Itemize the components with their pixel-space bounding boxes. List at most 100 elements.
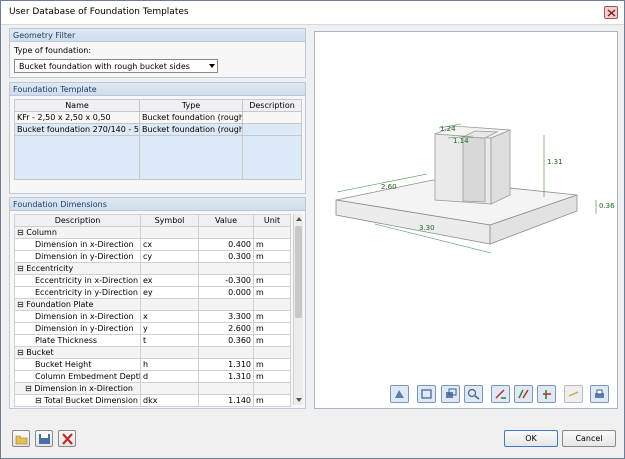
zoom-button[interactable] [464, 385, 483, 403]
dimension-value[interactable]: 3.300 [198, 310, 254, 323]
table-row[interactable]: Bucket foundation 270/140 - 50 Bucket fo… [14, 123, 302, 136]
table-row[interactable]: Dimension in x-Direction x 3.300 m [14, 310, 291, 323]
dimension-unit: m [253, 322, 291, 335]
dimension-label: Dimension in y-Direction [14, 250, 141, 263]
template-type: Bucket foundation (rough) [139, 123, 243, 136]
scrollbar-thumb[interactable] [295, 226, 302, 318]
dimension-value[interactable]: 0.360 [198, 334, 254, 347]
dimension-symbol: d [140, 370, 199, 383]
delete-icon [62, 433, 73, 445]
print-icon [595, 389, 604, 398]
view-z-icon [543, 390, 551, 399]
dimension-label: ⊟ Bucket [14, 346, 141, 359]
dimensions-table: Description Symbol Value Unit ⊟ Column Di… [14, 214, 291, 407]
col-unit[interactable]: Unit [253, 214, 291, 227]
foundation-type-select[interactable]: Bucket foundation with rough bucket side… [14, 59, 218, 73]
dimension-value[interactable]: 0.000 [198, 286, 254, 299]
table-row[interactable]: Dimension in y-Direction cy 0.300 m [14, 250, 291, 263]
dimension-value [198, 226, 254, 239]
table-row[interactable]: Column Embedment Depth d 1.310 m [14, 370, 291, 383]
save-icon [39, 434, 50, 444]
col-value[interactable]: Value [198, 214, 254, 227]
table-row[interactable]: ⊟ Total Bucket Dimension dkx 1.140 m [14, 394, 291, 407]
dim-top-b: 1.14 [453, 137, 469, 145]
dimension-symbol: cy [140, 250, 199, 263]
dimension-unit [253, 346, 291, 359]
dim-height: 1.31 [547, 158, 563, 166]
dimension-label: Dimension in x-Direction [14, 310, 141, 323]
scroll-down-icon[interactable] [294, 396, 304, 404]
dimension-group-row[interactable]: ⊟ Foundation Plate [14, 298, 291, 311]
dimension-unit: m [253, 370, 291, 383]
open-button[interactable] [12, 430, 30, 447]
dimension-value[interactable]: 2.600 [198, 322, 254, 335]
view-iso-button[interactable] [441, 385, 460, 403]
dimension-value[interactable]: 1.310 [198, 370, 254, 383]
dimension-label: Dimension in x-Direction [14, 238, 141, 251]
save-button[interactable] [35, 430, 53, 447]
dimensions-button[interactable] [564, 385, 583, 403]
dimension-value[interactable]: 1.310 [198, 358, 254, 371]
dimension-symbol [140, 262, 199, 275]
dimensions-body: ⊟ Column Dimension in x-Direction cx 0.400 m… [14, 226, 291, 407]
dimensions-header-row: Description Symbol Value Unit [14, 214, 291, 227]
dimension-unit [253, 262, 291, 275]
dim-top-a: 1.24 [440, 125, 456, 133]
foundation-dimensions-group: Foundation Dimensions Description Symbol… [9, 197, 306, 409]
view-y-button[interactable] [514, 385, 533, 403]
table-row[interactable]: Eccentricity in y-Direction ey 0.000 m [14, 286, 291, 299]
preview-panel[interactable]: 1.24 1.14 1.31 2.60 3.30 0.36 [314, 31, 618, 409]
template-name: KFr - 2,50 x 2,50 x 0,50 [14, 111, 140, 124]
view-x-icon [495, 389, 506, 399]
dimension-group-row[interactable]: ⊟ Bucket [14, 346, 291, 359]
dimension-symbol: ey [140, 286, 199, 299]
template-type: Bucket foundation (rough) [139, 111, 243, 124]
view-3d-button[interactable] [417, 385, 436, 403]
dim-thickness: 0.36 [599, 202, 615, 210]
close-button[interactable] [604, 6, 618, 19]
dimension-unit: m [253, 334, 291, 347]
template-name: Bucket foundation 270/140 - 50 [14, 123, 140, 136]
col-type[interactable]: Type [139, 99, 243, 112]
title-bar: User Database of Foundation Templates [1, 1, 624, 25]
dimension-symbol: y [140, 322, 199, 335]
dimension-unit: m [253, 238, 291, 251]
col-description[interactable]: Description [242, 99, 302, 112]
col-description[interactable]: Description [14, 214, 141, 227]
scroll-up-icon[interactable] [294, 215, 304, 223]
dimension-value[interactable]: -0.300 [198, 274, 254, 287]
dimension-value[interactable]: 0.400 [198, 238, 254, 251]
table-row[interactable]: KFr - 2,50 x 2,50 x 0,50 Bucket foundati… [14, 111, 302, 124]
view-y-icon [518, 389, 529, 399]
template-table: Name Type Description KFr - 2,50 x 2,50 … [14, 99, 302, 180]
zoom-icon [467, 388, 480, 400]
col-name[interactable]: Name [14, 99, 140, 112]
dimension-label: Eccentricity in x-Direction [14, 274, 141, 287]
table-row[interactable]: Eccentricity in x-Direction ex -0.300 m [14, 274, 291, 287]
print-button[interactable] [590, 385, 609, 403]
dimension-value [198, 382, 254, 395]
dimension-label: Dimension in y-Direction [14, 322, 141, 335]
dimension-group-row[interactable]: ⊟ Dimension in x-Direction [14, 382, 291, 395]
dimension-group-row[interactable]: ⊟ Eccentricity [14, 262, 291, 275]
dimension-value[interactable]: 0.300 [198, 250, 254, 263]
dimension-value[interactable]: 1.140 [198, 394, 254, 407]
render-mode-button[interactable] [390, 385, 409, 403]
table-row[interactable]: Bucket Height h 1.310 m [14, 358, 291, 371]
foundation-type-value: Bucket foundation with rough bucket side… [19, 62, 190, 71]
dimensions-scrollbar[interactable] [293, 214, 303, 405]
table-row[interactable]: Dimension in x-Direction cx 0.400 m [14, 238, 291, 251]
table-row[interactable]: Dimension in y-Direction y 2.600 m [14, 322, 291, 335]
cancel-button[interactable]: Cancel [562, 430, 616, 447]
dimension-unit [253, 298, 291, 311]
geometry-filter-header: Geometry Filter [10, 29, 305, 42]
table-row[interactable]: Plate Thickness t 0.360 m [14, 334, 291, 347]
dimension-label: ⊟ Dimension in x-Direction [14, 382, 141, 395]
col-symbol[interactable]: Symbol [140, 214, 199, 227]
view-z-button[interactable] [537, 385, 556, 403]
dimension-group-row[interactable]: ⊟ Column [14, 226, 291, 239]
ok-button[interactable]: OK [504, 430, 558, 447]
dimension-symbol: cx [140, 238, 199, 251]
view-x-button[interactable] [491, 385, 510, 403]
delete-button[interactable] [58, 430, 76, 447]
